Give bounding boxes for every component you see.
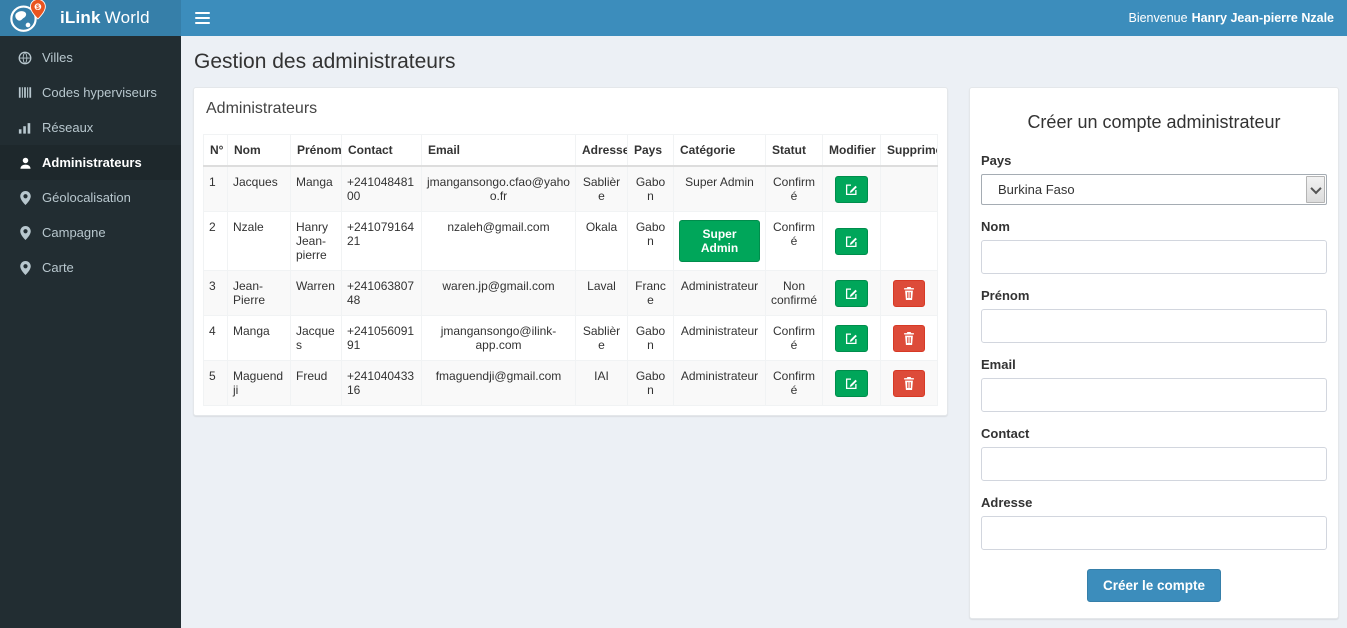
table-row: 2 Nzale Hanry Jean-pierre +24107916421 n… (203, 211, 938, 271)
email-label: Email (981, 357, 1016, 372)
contact-field[interactable] (981, 447, 1327, 481)
sidebar-toggle-button[interactable] (181, 0, 223, 36)
adresse-label: Adresse (981, 495, 1033, 510)
sidebar-item-label: Administrateurs (42, 155, 142, 170)
table-row: 5 Maguendji Freud +24104043316 fmaguendj… (203, 360, 938, 406)
country-select[interactable]: Burkina Faso (981, 174, 1327, 205)
map-marker-icon (17, 260, 33, 275)
nom-field[interactable] (981, 240, 1327, 274)
app-window: $ iLink World Bienvenue Hanry Jean-pierre … (0, 0, 1347, 628)
bar-chart-icon (17, 121, 33, 135)
super-admin-badge-button[interactable]: Super Admin (679, 220, 760, 262)
contact-label: Contact (981, 426, 1030, 441)
table-row: 1 Jacques Manga +24104848100 jmangansong… (203, 165, 938, 212)
globe-pin-logo: $ (8, 0, 48, 39)
welcome-text: Bienvenue (1128, 11, 1188, 25)
map-marker-icon (17, 190, 33, 205)
adresse-field[interactable] (981, 516, 1327, 550)
sidebar-item-geolocalisation[interactable]: Géolocalisation (0, 180, 181, 215)
nom-label: Nom (981, 219, 1010, 234)
col-nom: Nom (227, 134, 291, 167)
edit-button[interactable] (835, 324, 868, 352)
main-content: Gestion des administrateurs Administrate… (181, 36, 1347, 628)
edit-pencil-icon (845, 287, 858, 303)
table-row: 3 Jean-Pierre Warren +24106380748 waren.… (203, 270, 938, 316)
edit-pencil-icon (845, 332, 858, 348)
sidebar-item-codes-hyperviseurs[interactable]: Codes hyperviseurs (0, 75, 181, 110)
administrators-table: N° Nom Prénom Contact Email Adresse Pays… (203, 134, 938, 406)
edit-pencil-icon (845, 183, 858, 199)
edit-button[interactable] (835, 279, 868, 307)
edit-pencil-icon (845, 377, 858, 393)
sidebar-item-label: Villes (42, 50, 73, 65)
sidebar-item-villes[interactable]: Villes (0, 40, 181, 75)
create-account-button[interactable]: Créer le compte (1086, 569, 1222, 602)
sidebar-nav: Villes Codes hyperviseurs Réseaux Admini… (0, 36, 181, 628)
user-name: Hanry Jean-pierre Nzale (1191, 11, 1334, 25)
col-email: Email (421, 134, 576, 167)
col-pays: Pays (627, 134, 674, 167)
sidebar-item-administrateurs[interactable]: Administrateurs (0, 145, 181, 180)
col-supprimer: Supprimer (880, 134, 938, 167)
user-icon (17, 156, 33, 170)
pays-label: Pays (981, 153, 1012, 168)
sidebar-item-label: Campagne (42, 225, 106, 240)
sidebar-item-campagne[interactable]: Campagne (0, 215, 181, 250)
table-row: 4 Manga Jacques +24105609191 jmangansong… (203, 315, 938, 361)
edit-button[interactable] (835, 175, 868, 203)
edit-button[interactable] (835, 227, 868, 255)
sidebar-item-carte[interactable]: Carte (0, 250, 181, 285)
trash-icon (903, 376, 915, 393)
col-prenom: Prénom (290, 134, 342, 167)
col-modifier: Modifier (822, 134, 881, 167)
brand-header[interactable]: $ iLink World (0, 0, 181, 36)
col-adresse: Adresse (575, 134, 628, 167)
barcode-icon (17, 86, 33, 100)
trash-icon (903, 331, 915, 348)
country-select-wrap: Burkina Faso (981, 174, 1327, 205)
panel-title: Administrateurs (206, 100, 318, 117)
page-title: Gestion des administrateurs (194, 50, 456, 73)
sidebar-item-reseaux[interactable]: Réseaux (0, 110, 181, 145)
delete-button[interactable] (893, 324, 925, 352)
form-title: Créer un compte administrateur (1027, 112, 1281, 132)
svg-text:$: $ (36, 3, 40, 10)
administrators-panel: Administrateurs N° Nom Prénom Contact Em… (193, 87, 948, 416)
col-contact: Contact (341, 134, 422, 167)
hamburger-icon (194, 12, 210, 14)
create-admin-panel: Créer un compte administrateur Pays Burk… (969, 87, 1339, 619)
email-field[interactable] (981, 378, 1327, 412)
user-menu[interactable]: Bienvenue Hanry Jean-pierre Nzale (1128, 11, 1334, 25)
top-navbar: Bienvenue Hanry Jean-pierre Nzale (181, 0, 1347, 36)
sidebar-item-label: Réseaux (42, 120, 94, 135)
trash-icon (903, 286, 915, 303)
globe-icon (17, 51, 33, 65)
map-marker-icon (17, 225, 33, 240)
edit-button[interactable] (835, 369, 868, 397)
sidebar-item-label: Carte (42, 260, 74, 275)
col-statut: Statut (765, 134, 823, 167)
col-categorie: Catégorie (673, 134, 766, 167)
prenom-field[interactable] (981, 309, 1327, 343)
edit-pencil-icon (845, 235, 858, 251)
sidebar-item-label: Codes hyperviseurs (42, 85, 157, 100)
app-title: iLink World (60, 8, 150, 27)
table-header-row: N° Nom Prénom Contact Email Adresse Pays… (203, 134, 938, 167)
sidebar-item-label: Géolocalisation (42, 190, 131, 205)
delete-button[interactable] (893, 279, 925, 307)
prenom-label: Prénom (981, 288, 1030, 303)
delete-button[interactable] (893, 369, 925, 397)
col-num: N° (203, 134, 228, 167)
